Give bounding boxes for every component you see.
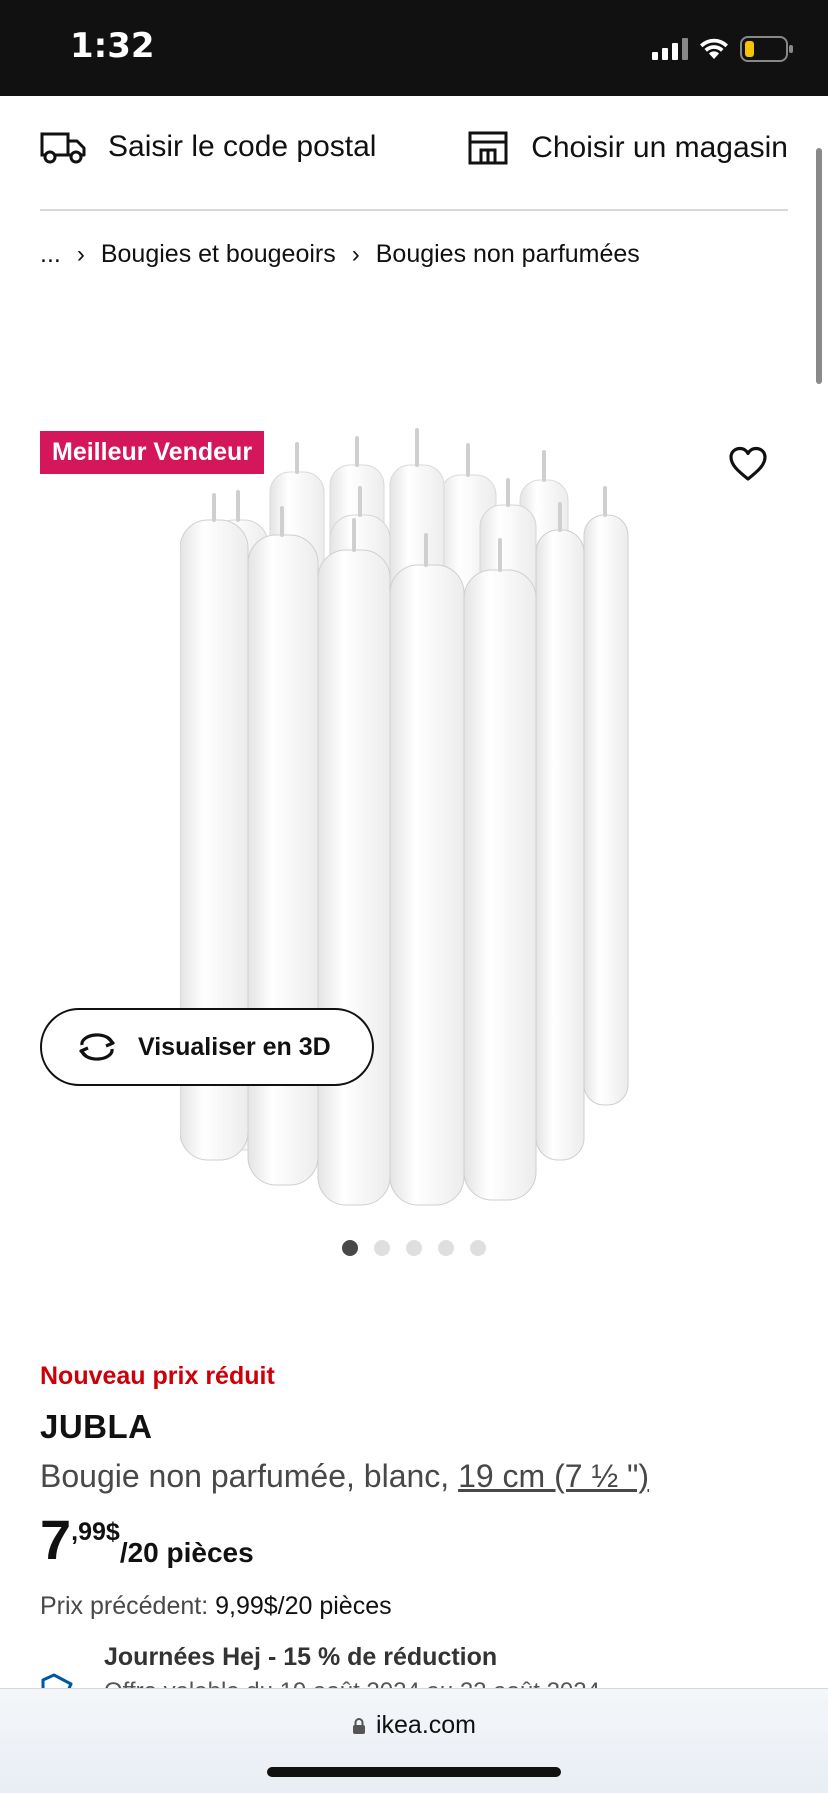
home-indicator[interactable] — [267, 1767, 561, 1777]
status-time: 1:32 — [70, 26, 155, 66]
product-name: JUBLA — [40, 1408, 153, 1445]
previous-price: Prix précédent: 9,99$/20 pièces — [40, 1592, 392, 1621]
breadcrumb-item-unscented-candles[interactable]: Bougies non parfumées — [376, 240, 640, 269]
price-integer: 7 — [40, 1508, 72, 1571]
carousel-dots — [342, 1240, 486, 1256]
rotate-3d-icon — [79, 1033, 115, 1061]
browser-address-bar: ikea.com — [0, 1688, 828, 1793]
carousel-dot[interactable] — [374, 1240, 390, 1256]
lock-icon — [352, 1717, 365, 1734]
battery-icon — [740, 36, 793, 62]
postal-code-link[interactable]: Saisir le code postal — [40, 130, 376, 164]
chevron-right-icon: › — [76, 240, 85, 268]
product-description-text: Bougie non parfumée, blanc, — [40, 1458, 459, 1494]
product-description: Bougie non parfumée, blanc, 19 cm (7 ½ "… — [40, 1458, 649, 1495]
product-price: 7 ,99$ /20 pièces — [40, 1512, 254, 1569]
breadcrumb-item-candles-holders[interactable]: Bougies et bougeoirs — [101, 240, 336, 269]
truck-icon — [40, 132, 86, 164]
store-label: Choisir un magasin — [531, 131, 788, 164]
wifi-icon — [700, 38, 728, 59]
url-text: ikea.com — [375, 1711, 477, 1739]
carousel-dot[interactable] — [470, 1240, 486, 1256]
view-3d-label: Visualiser en 3D — [138, 1032, 331, 1061]
status-bar: 1:32 — [0, 0, 828, 96]
previous-price-label: Prix précédent: — [40, 1592, 216, 1620]
previous-price-value: 9,99$/20 pièces — [215, 1592, 392, 1620]
breadcrumb: ... › Bougies et bougeoirs › Bougies non… — [40, 240, 640, 269]
breadcrumb-ellipsis[interactable]: ... — [40, 240, 61, 269]
location-row: Saisir le code postal Choisir un magasin — [40, 130, 788, 180]
favorite-heart-icon[interactable] — [728, 446, 768, 482]
choose-store-link[interactable]: Choisir un magasin — [467, 130, 788, 166]
cellular-signal-icon — [652, 38, 688, 60]
promo-title: Journées Hej - 15 % de réduction — [104, 1643, 498, 1671]
postal-code-label: Saisir le code postal — [108, 130, 377, 163]
carousel-dot[interactable] — [438, 1240, 454, 1256]
chevron-right-icon: › — [351, 240, 360, 268]
product-image[interactable] — [180, 400, 650, 1210]
view-3d-button[interactable]: Visualiser en 3D — [40, 1008, 374, 1086]
url-field[interactable]: ikea.com — [0, 1711, 828, 1740]
new-reduced-price-label: Nouveau prix réduit — [40, 1362, 275, 1390]
price-unit: /20 pièces — [119, 1537, 254, 1568]
status-icons — [652, 34, 794, 64]
carousel-dot[interactable] — [342, 1240, 358, 1256]
carousel-dot[interactable] — [406, 1240, 422, 1256]
product-size-link[interactable]: 19 cm (7 ½ ") — [458, 1458, 649, 1494]
scrollbar[interactable] — [816, 148, 822, 384]
store-icon — [468, 131, 508, 165]
price-decimal: ,99$ — [71, 1518, 120, 1546]
bestseller-badge: Meilleur Vendeur — [40, 431, 265, 474]
header-divider — [40, 209, 788, 211]
